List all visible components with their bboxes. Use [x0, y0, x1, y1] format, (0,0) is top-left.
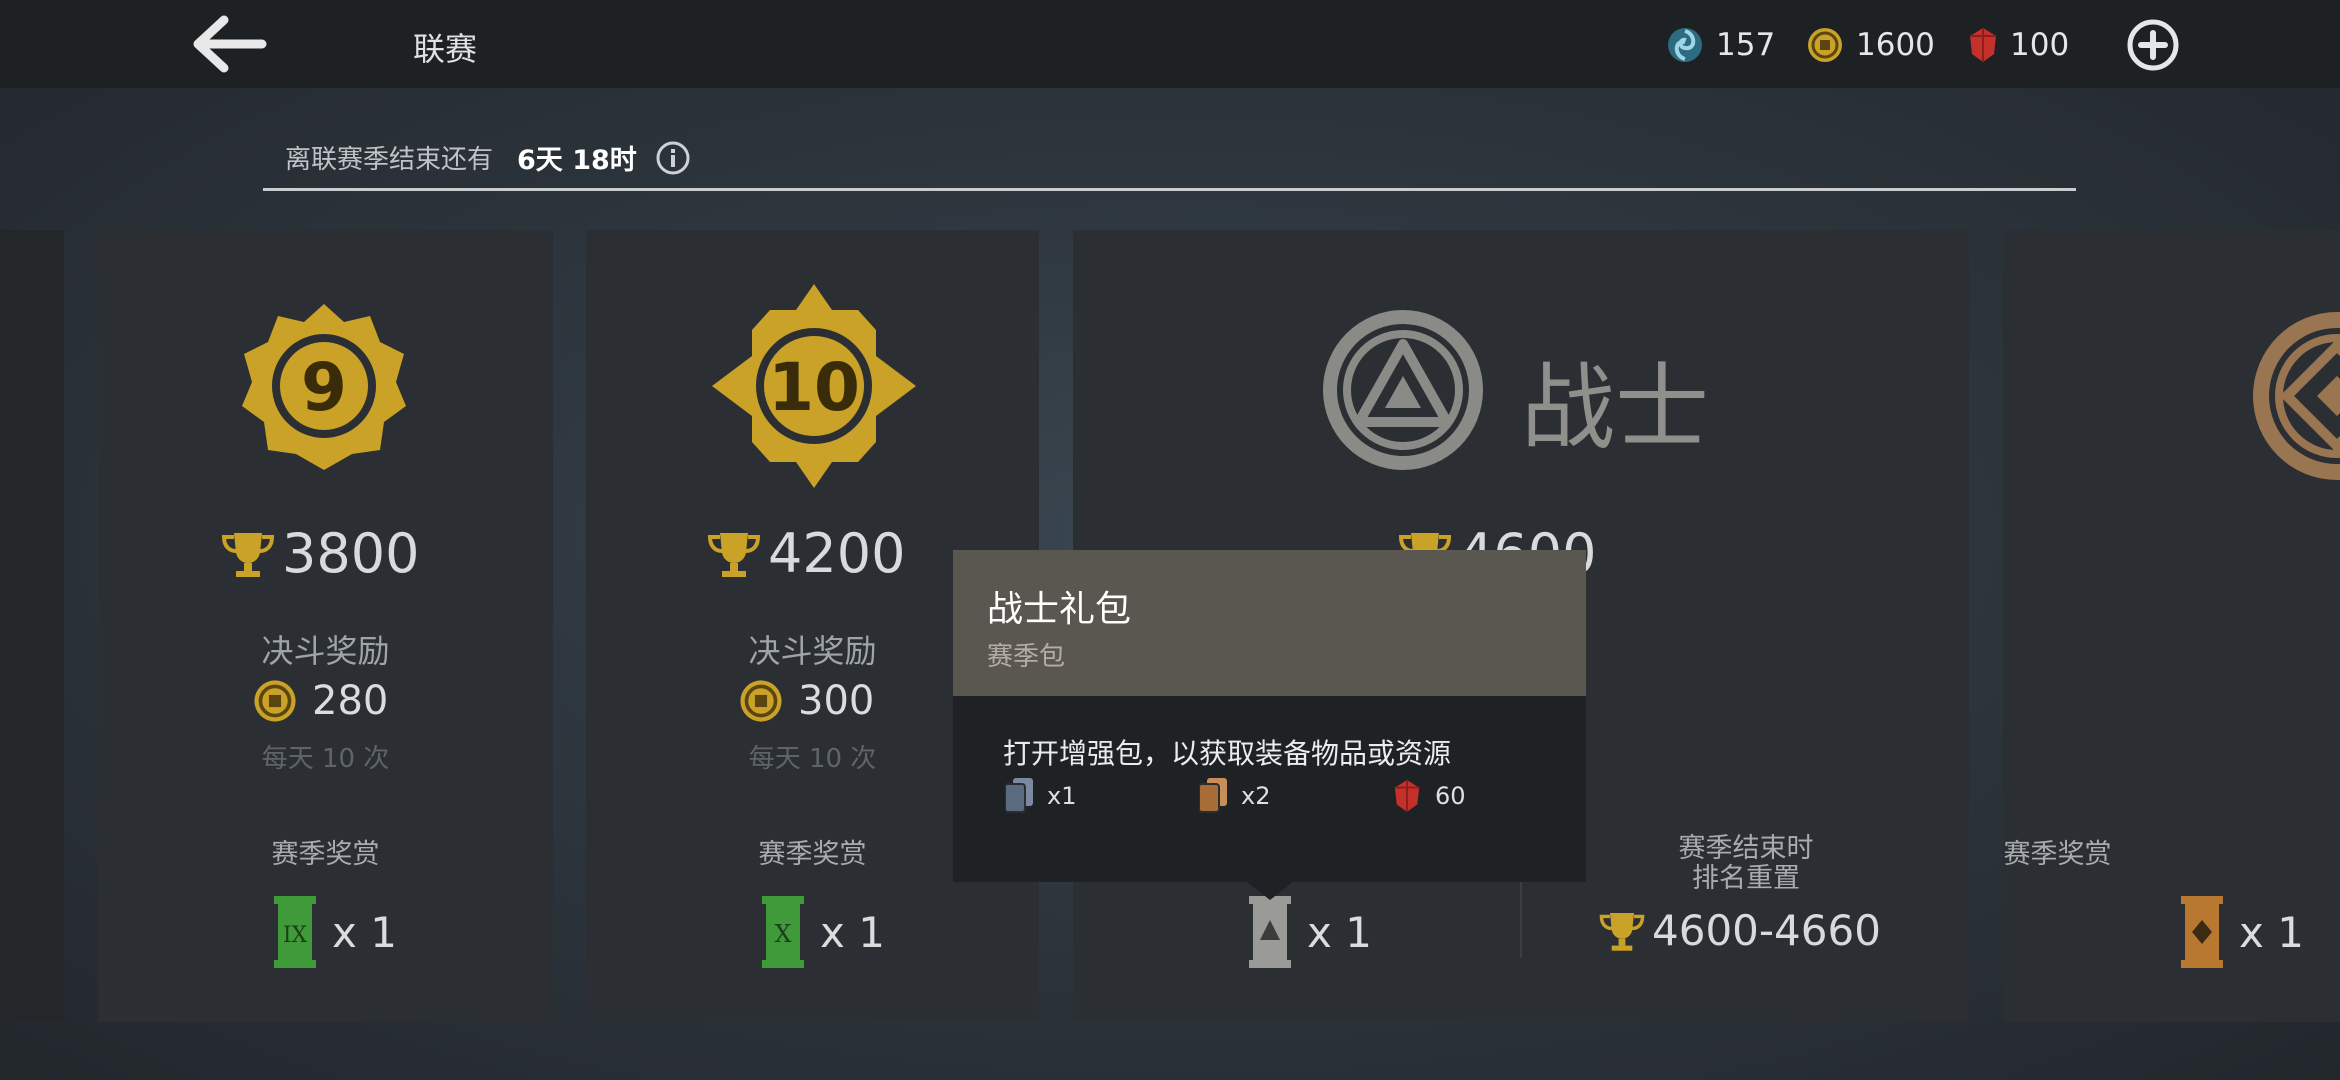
season-reward-label: 赛季奖赏	[2003, 839, 2112, 870]
ruby-counter[interactable]: 100	[1968, 20, 2069, 70]
info-icon[interactable]	[655, 140, 691, 176]
season-reward-label: 赛季奖赏	[271, 839, 380, 870]
orange-card-icon	[1199, 778, 1227, 813]
spirit-orb-counter[interactable]: 157	[1666, 20, 1775, 70]
reward-tooltip: 战士礼包 赛季包 打开增强包，以获取装备物品或资源 x1 x2 60	[953, 550, 1586, 900]
timer-divider	[263, 188, 2076, 191]
scroll-box-icon: IX	[274, 896, 316, 968]
trophy-value: 4200	[768, 522, 906, 585]
tooltip-item-qty: 60	[1435, 782, 1466, 810]
duel-coin-value: 280	[312, 678, 389, 724]
ruby-icon	[1970, 28, 1996, 62]
rank-reset-line-1: 赛季结束时	[1678, 833, 1814, 864]
warrior-league-icon	[1323, 310, 1483, 470]
ruby-value: 100	[2010, 27, 2070, 63]
arrow-left-icon	[193, 15, 267, 73]
daily-limit: 每天 10 次	[261, 744, 390, 774]
tooltip-body: 打开增强包，以获取装备物品或资源 x1 x2 60	[953, 696, 1586, 882]
rank-number: 9	[301, 349, 347, 426]
rank-reset-value: 4600-4660	[1652, 906, 1881, 955]
duel-reward: 300	[738, 678, 874, 724]
trophy-icon	[1599, 912, 1645, 951]
tooltip-item: 60	[1393, 778, 1466, 814]
blue-card-icon	[1005, 778, 1033, 813]
add-currency-button[interactable]	[2126, 18, 2180, 72]
reward-qty: x 1	[2239, 907, 2304, 957]
coin-value: 1600	[1856, 27, 1935, 63]
trophy-icon	[707, 532, 761, 577]
coin-counter[interactable]: 1600	[1806, 20, 1935, 70]
scroll-box-icon	[2181, 896, 2223, 968]
rank-card-partial-left[interactable]	[0, 230, 64, 1022]
spirit-orb-value: 157	[1716, 27, 1776, 63]
coin-icon	[1808, 28, 1842, 62]
spirit-orb-icon	[1668, 28, 1702, 62]
rank-reset-label: 赛季结束时 排名重置	[1523, 834, 1969, 894]
tooltip-item-qty: x1	[1047, 782, 1077, 810]
top-bar: 联赛 157 1600 100	[0, 0, 2340, 88]
trophy-threshold: 4200	[706, 522, 905, 585]
duel-reward-label: 决斗奖励	[261, 632, 390, 670]
league-badge-icon	[2253, 312, 2340, 480]
reward-roman: IX	[283, 923, 308, 948]
trophy-value: 3800	[282, 522, 420, 585]
reward-qty: x 1	[1307, 907, 1372, 957]
duel-coin-value: 300	[798, 678, 875, 724]
trophy-icon	[2333, 532, 2340, 582]
rank-badge-icon: 9	[242, 304, 406, 470]
rank-reset-line-2: 排名重置	[1692, 863, 1800, 894]
season-reward[interactable]: x 1	[1245, 896, 1372, 968]
reward-roman: X	[774, 920, 791, 948]
trophy-threshold: 3800	[220, 522, 419, 585]
tooltip-item: x1	[1005, 778, 1076, 814]
league-name: 战士	[1521, 354, 1710, 463]
rank-badge-icon: 10	[712, 284, 916, 488]
season-reward[interactable]: IX x 1	[270, 896, 397, 968]
scroll-box-icon: X	[762, 896, 804, 968]
season-reward[interactable]: x 1	[2177, 896, 2304, 968]
season-reward[interactable]: X x 1	[758, 896, 885, 968]
duel-reward: 280	[252, 678, 388, 724]
back-button[interactable]	[190, 14, 270, 74]
rank-number: 10	[768, 349, 860, 426]
tooltip-description: 打开增强包，以获取装备物品或资源	[1003, 737, 1452, 770]
reward-qty: x 1	[332, 907, 397, 957]
tooltip-subtitle: 赛季包	[987, 642, 1066, 672]
scroll-box-icon	[1249, 896, 1291, 968]
reward-qty: x 1	[820, 907, 885, 957]
coin-icon	[740, 680, 782, 722]
season-timer: 离联赛季结束还有 6天 18时	[285, 138, 691, 177]
rank-card-9[interactable]: 9 3800 决斗奖励 280 每天 10 次 赛季奖赏 IX x 1	[98, 230, 553, 1022]
tooltip-item-qty: x2	[1241, 782, 1271, 810]
rank-card-partial-right[interactable]: 赛季奖赏 x 1	[2003, 230, 2340, 1022]
timer-value: 6天 18时	[517, 145, 637, 176]
timer-label: 离联赛季结束还有	[285, 145, 494, 175]
tooltip-header: 战士礼包 赛季包	[953, 550, 1586, 696]
coin-icon	[254, 680, 296, 722]
rank-reset-range: 4600-4660	[1598, 906, 1881, 955]
trophy-icon	[221, 532, 275, 577]
tooltip-item: x2	[1199, 778, 1270, 814]
page-title: 联赛	[413, 30, 478, 68]
plus-circle-icon	[2127, 19, 2179, 71]
ruby-icon	[1394, 780, 1420, 812]
tooltip-title: 战士礼包	[987, 589, 1132, 630]
tooltip-pointer	[1247, 882, 1293, 900]
